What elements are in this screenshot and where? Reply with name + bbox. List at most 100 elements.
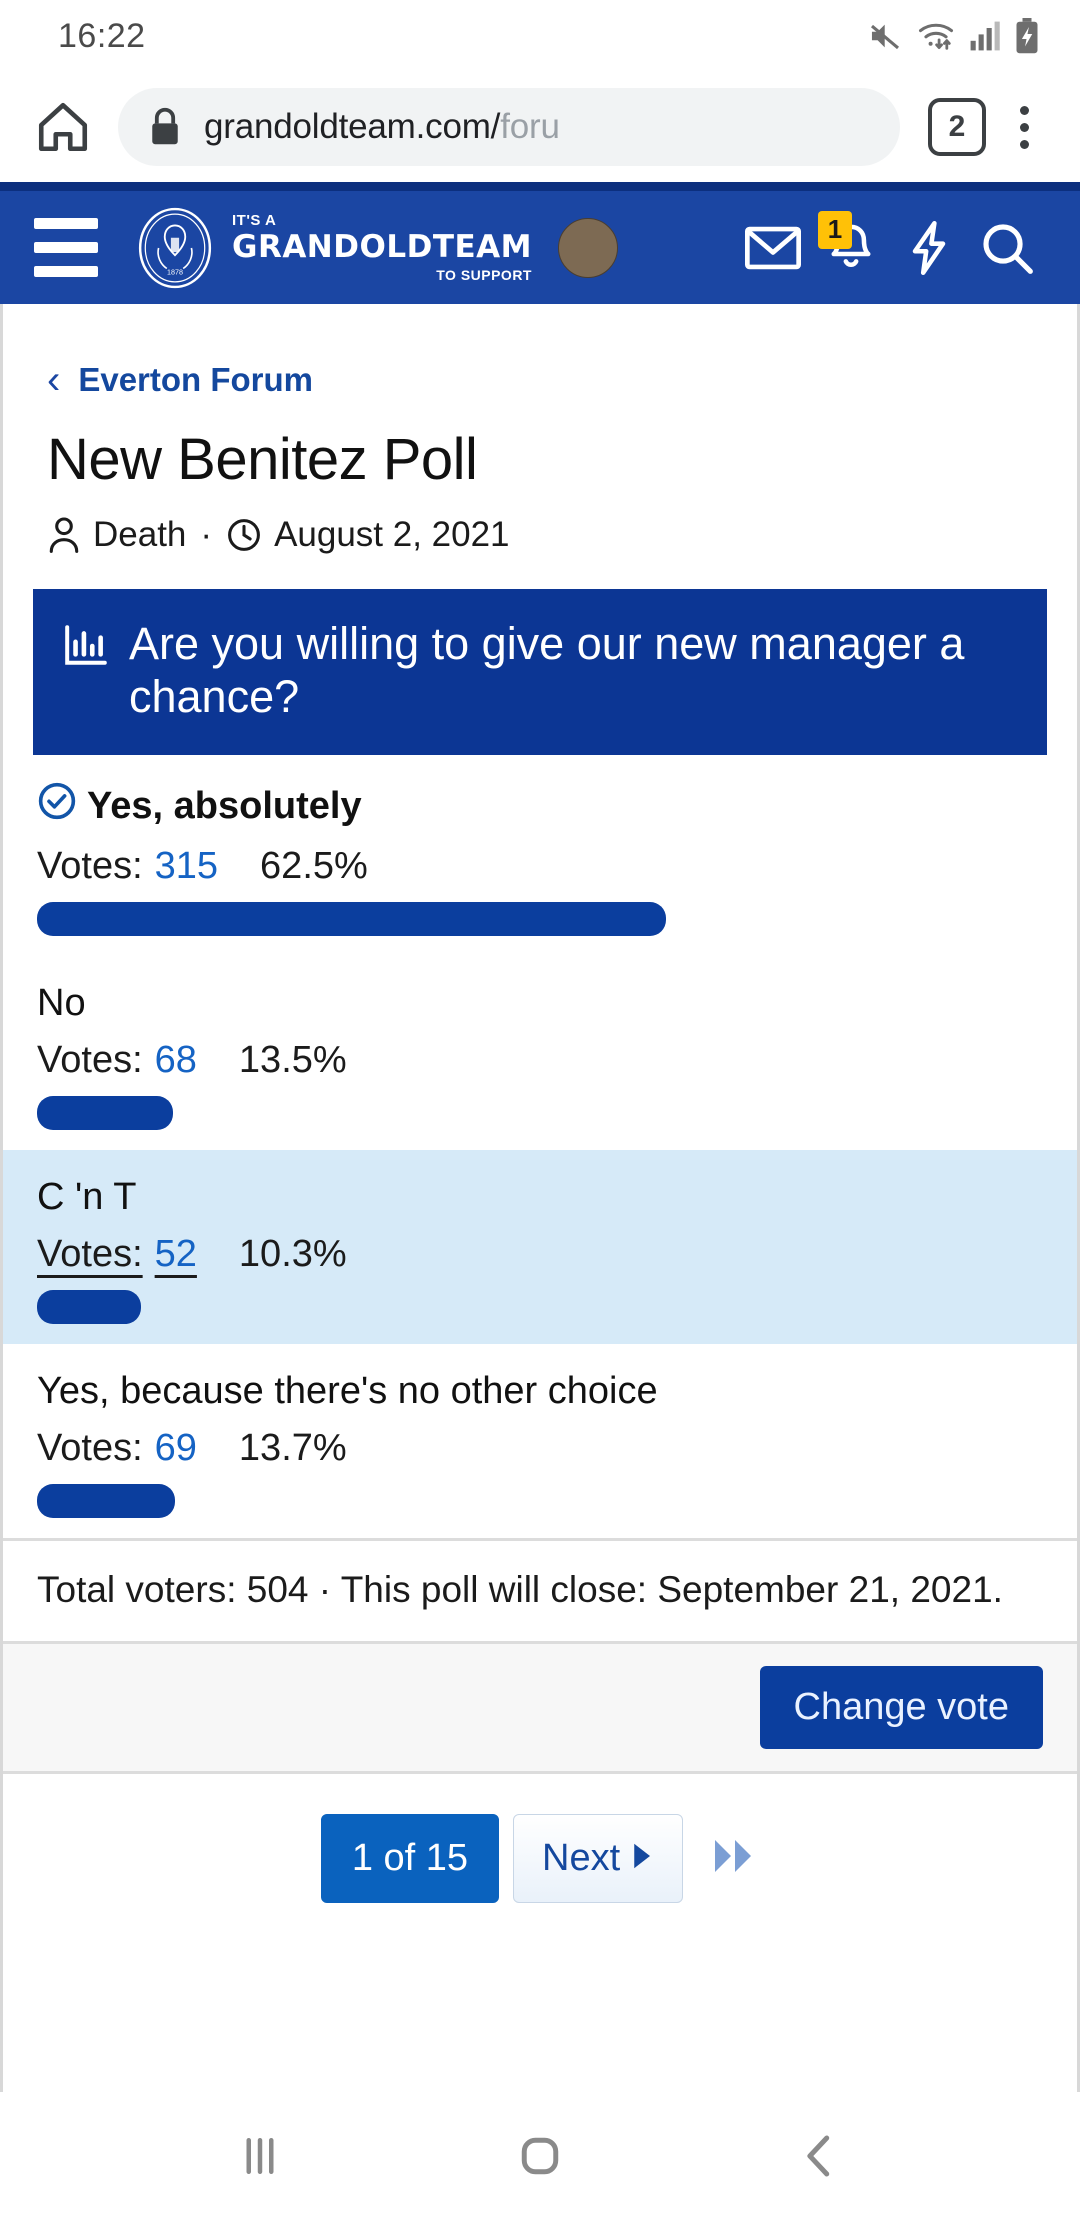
home-square-icon[interactable] — [485, 2101, 595, 2211]
poll-option-label-row: C 'n T — [37, 1176, 1043, 1219]
url-text: grandoldteam.com/foru — [204, 107, 560, 146]
poll-options-list: Yes, absolutely Votes: 315 62.5% No Votes… — [3, 755, 1077, 1538]
votes-label: Votes: — [37, 1427, 143, 1470]
back-chevron-icon[interactable] — [765, 2101, 875, 2211]
poll-option-row[interactable]: C 'n T Votes: 52 10.3% — [3, 1150, 1077, 1345]
poll-option-label-row: No — [37, 982, 1043, 1025]
breadcrumb[interactable]: ‹ Everton Forum — [3, 304, 1077, 400]
hamburger-menu-icon[interactable] — [34, 218, 120, 277]
breadcrumb-label[interactable]: Everton Forum — [78, 361, 313, 399]
poll-bar-track — [37, 1290, 1043, 1325]
search-icon[interactable] — [968, 209, 1046, 287]
page-content: ‹ Everton Forum New Benitez Poll Death ·… — [0, 304, 1080, 2092]
poll-option-label-row: Yes, absolutely — [37, 781, 1043, 831]
votes-count: 315 — [154, 845, 219, 888]
poll-option-row[interactable]: No Votes: 68 13.5% — [3, 956, 1077, 1150]
poll-option-label-row: Yes, because there's no other choice — [37, 1370, 1043, 1413]
poll-bar-fill — [37, 1290, 141, 1325]
status-time: 16:22 — [58, 16, 146, 55]
poll-bar-fill — [37, 1484, 175, 1519]
poll-votes-text[interactable]: Votes: 52 — [37, 1233, 197, 1276]
poll-percent: 13.7% — [238, 1427, 347, 1470]
triangle-right-icon — [632, 1837, 654, 1880]
poll-percent: 62.5% — [260, 845, 368, 888]
home-icon[interactable] — [26, 90, 100, 164]
votes-count: 68 — [154, 1039, 197, 1082]
poll-bar-fill — [37, 902, 666, 937]
poll-question-header: Are you willing to give our new manager … — [33, 589, 1047, 756]
page-next-button[interactable]: Next — [513, 1814, 684, 1904]
brand-line-1: IT'S A — [232, 212, 277, 229]
poll-option-text: No — [37, 982, 86, 1025]
poll-option-stats: Votes: 315 62.5% — [37, 845, 1043, 888]
recents-icon[interactable] — [205, 2101, 315, 2211]
user-icon — [47, 515, 81, 555]
poll-bar-fill — [37, 1096, 173, 1131]
votes-count: 52 — [154, 1233, 197, 1276]
poll-votes-text[interactable]: Votes: 68 — [37, 1039, 197, 1082]
poll-option-stats: Votes: 52 10.3% — [37, 1233, 1043, 1276]
pagination-controls: 1 of 15 Next — [320, 1814, 759, 1904]
poll-bar-track — [37, 902, 1043, 937]
status-bar: 16:22 — [0, 0, 1080, 72]
poll-bars-icon — [63, 623, 109, 674]
everton-crest-icon[interactable]: 1878 — [134, 207, 216, 289]
votes-label: Votes: — [37, 1039, 143, 1082]
page-title: New Benitez Poll — [47, 427, 478, 492]
thread-date: August 2, 2021 — [274, 515, 510, 554]
phone-screen: 16:22 grandoldteam.com/foru 2 1878 IT'S … — [0, 0, 1080, 2220]
poll-option-text: Yes, because there's no other choice — [37, 1370, 658, 1413]
poll-bar-track — [37, 1096, 1043, 1131]
brand-line-2: GRANDOLDTEAM — [232, 229, 532, 265]
url-bar[interactable]: grandoldteam.com/foru — [118, 88, 900, 166]
svg-text:1878: 1878 — [167, 268, 183, 276]
poll-option-row[interactable]: Yes, because there's no other choice Vot… — [3, 1344, 1077, 1538]
change-vote-button[interactable]: Change vote — [759, 1666, 1043, 1750]
poll-bar-track — [37, 1484, 1043, 1519]
thread-author: Death — [93, 515, 187, 554]
poll-option-stats: Votes: 68 13.5% — [37, 1039, 1043, 1082]
meta-separator: · — [200, 515, 213, 554]
wifi-icon — [916, 19, 956, 53]
lightning-bolt-icon[interactable] — [890, 209, 968, 287]
poll-votes-text[interactable]: Votes: 315 — [37, 845, 218, 888]
mute-icon — [865, 19, 903, 53]
double-chevron-right-icon — [711, 1836, 759, 1881]
thread-meta: Death · August 2, 2021 — [3, 493, 1077, 555]
user-avatar[interactable] — [558, 217, 618, 278]
poll-total-info: Total voters: 504 · This poll will close… — [3, 1538, 1077, 1641]
status-icon-group — [865, 18, 1040, 54]
poll-option-text: Yes, absolutely — [87, 784, 362, 827]
page-next-label: Next — [542, 1837, 621, 1880]
site-navigation-bar: 1878 IT'S A GRANDOLDTEAM TO SUPPORT 1 — [0, 182, 1080, 304]
browser-toolbar: grandoldteam.com/foru 2 — [0, 72, 1080, 182]
lock-icon — [148, 107, 182, 147]
page-current-button[interactable]: 1 of 15 — [320, 1814, 500, 1904]
battery-charging-icon — [1014, 18, 1040, 54]
votes-label: Votes: — [37, 1233, 143, 1276]
mail-icon[interactable] — [734, 209, 812, 287]
votes-count: 69 — [154, 1427, 197, 1470]
tab-counter-button[interactable]: 2 — [928, 98, 986, 156]
android-navigation-bar — [0, 2092, 1080, 2220]
overflow-menu-icon[interactable] — [992, 92, 1056, 162]
signal-icon — [969, 19, 1001, 53]
poll-actions: Change vote — [3, 1641, 1077, 1772]
bell-icon[interactable]: 1 — [812, 209, 890, 287]
chevron-left-icon[interactable]: ‹ — [47, 360, 60, 400]
poll-option-stats: Votes: 69 13.7% — [37, 1427, 1043, 1470]
poll-option-text: C 'n T — [37, 1176, 137, 1219]
clock-icon — [226, 515, 262, 555]
brand-line-3: TO SUPPORT — [436, 267, 532, 283]
poll-percent: 13.5% — [238, 1039, 347, 1082]
poll-percent: 10.3% — [238, 1233, 347, 1276]
page-last-button[interactable] — [711, 1836, 759, 1881]
poll-votes-text[interactable]: Votes: 69 — [37, 1427, 197, 1470]
check-circle-icon — [37, 781, 77, 831]
poll-question: Are you willing to give our new manager … — [129, 618, 965, 723]
pagination: 1 of 15 Next — [3, 1771, 1077, 1904]
poll-option-row[interactable]: Yes, absolutely Votes: 315 62.5% — [3, 755, 1077, 956]
notification-badge: 1 — [818, 210, 852, 249]
votes-label: Votes: — [37, 845, 143, 888]
site-brand-logo[interactable]: IT'S A GRANDOLDTEAM TO SUPPORT — [232, 213, 532, 282]
